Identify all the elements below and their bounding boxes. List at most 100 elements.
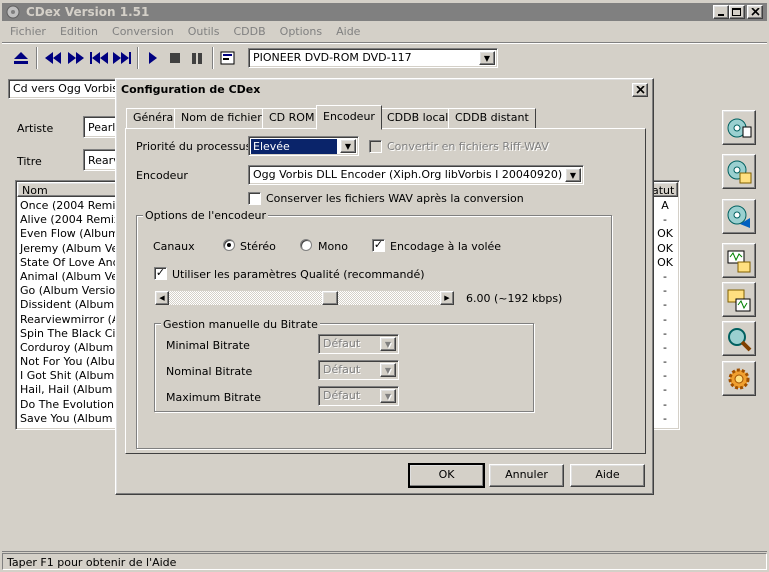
slider-right-arrow-icon[interactable]: ▶ bbox=[440, 291, 454, 305]
keep-wav-checkbox[interactable] bbox=[248, 192, 261, 205]
close-window-button[interactable] bbox=[747, 5, 763, 19]
extract-cd-icon[interactable] bbox=[722, 110, 756, 145]
rewind-icon[interactable] bbox=[42, 48, 64, 68]
artist-label: Artiste bbox=[17, 122, 54, 135]
track-row-name[interactable]: I Got Shit (Album Ve bbox=[18, 369, 118, 383]
track-row-name[interactable]: Spin The Black Circ bbox=[18, 327, 118, 341]
status-text: Taper F1 pour obtenir de l'Aide bbox=[7, 556, 177, 569]
ok-button[interactable]: OK bbox=[408, 463, 485, 488]
min-bitrate-select[interactable]: Défaut ▼ bbox=[318, 334, 399, 354]
chevron-down-icon[interactable]: ▼ bbox=[340, 139, 356, 153]
chevron-down-icon[interactable]: ▼ bbox=[380, 337, 396, 351]
chevron-down-icon[interactable]: ▼ bbox=[380, 363, 396, 377]
track-row-name[interactable]: Even Flow (Album V bbox=[18, 227, 118, 241]
tab-encoder[interactable]: Encodeur bbox=[316, 105, 382, 130]
drive-select-value: PIONEER DVD-ROM DVD-117 bbox=[253, 51, 412, 64]
menu-cddb[interactable]: CDDB bbox=[233, 25, 265, 41]
toolbar-separator bbox=[137, 47, 139, 69]
priority-select-value: Elevée bbox=[251, 139, 337, 154]
drive-select[interactable]: PIONEER DVD-ROM DVD-117 ▼ bbox=[248, 48, 498, 68]
priority-select[interactable]: Elevée ▼ bbox=[248, 136, 359, 156]
track-row-name[interactable]: Once (2004 Remix) bbox=[18, 199, 118, 213]
track-row-status: - bbox=[663, 397, 667, 411]
track-row-status: - bbox=[663, 369, 667, 383]
quality-checkbox[interactable]: ✓ bbox=[154, 267, 167, 280]
menu-fichier[interactable]: Fichier bbox=[10, 25, 46, 41]
convert-wav-icon[interactable] bbox=[722, 243, 756, 278]
stop-icon[interactable] bbox=[164, 48, 186, 68]
quality-slider[interactable]: ◀ ▶ bbox=[155, 291, 454, 305]
track-row-name[interactable]: Alive (2004 Remix) bbox=[18, 213, 118, 227]
max-bitrate-select[interactable]: Défaut ▼ bbox=[318, 386, 399, 406]
side-toolbar bbox=[722, 110, 762, 400]
track-row-status: - bbox=[663, 213, 667, 227]
chevron-down-icon[interactable]: ▼ bbox=[479, 51, 495, 65]
tab-cdrom[interactable]: CD ROM bbox=[262, 108, 322, 129]
cddb-query-icon[interactable] bbox=[722, 321, 756, 356]
tab-filenames[interactable]: Nom de fichiers bbox=[174, 108, 275, 129]
track-row-name[interactable]: Go (Album Version) bbox=[18, 284, 118, 298]
menu-edition[interactable]: Edition bbox=[60, 25, 98, 41]
track-row-name[interactable]: Rearviewmirror (Albu bbox=[18, 313, 118, 327]
track-row-name[interactable]: Hail, Hail (Album Ve bbox=[18, 383, 118, 397]
maximize-button[interactable] bbox=[729, 5, 745, 19]
column-header-name-label: Nom bbox=[22, 184, 48, 197]
record-icon[interactable] bbox=[217, 48, 239, 68]
nominal-bitrate-select[interactable]: Défaut ▼ bbox=[318, 360, 399, 380]
tab-cddb-local-label: CDDB local bbox=[387, 111, 449, 124]
profile-select-value: Cd vers Ogg Vorbis bbox=[13, 82, 118, 95]
play-icon[interactable] bbox=[142, 48, 164, 68]
menu-aide[interactable]: Aide bbox=[336, 25, 360, 41]
menu-conversion[interactable]: Conversion bbox=[112, 25, 174, 41]
previous-track-icon[interactable] bbox=[88, 48, 110, 68]
bitrate-group-title: Gestion manuelle du Bitrate bbox=[161, 318, 320, 331]
track-row-status: - bbox=[663, 383, 667, 397]
priority-label: Priorité du processus bbox=[136, 140, 252, 153]
pause-icon[interactable] bbox=[186, 48, 208, 68]
track-row-name[interactable]: Save You (Album Ver bbox=[18, 412, 118, 426]
profile-select[interactable]: Cd vers Ogg Vorbis bbox=[8, 79, 126, 99]
track-row-name[interactable]: Jeremy (Album Versi bbox=[18, 242, 118, 256]
eject-icon[interactable] bbox=[10, 48, 32, 68]
tab-cddb-remote[interactable]: CDDB distant bbox=[448, 108, 536, 129]
extract-cd-wav-icon[interactable] bbox=[722, 154, 756, 189]
settings-gear-icon[interactable] bbox=[722, 361, 756, 396]
track-row-name[interactable]: Animal (Album Version bbox=[18, 270, 118, 284]
slider-thumb[interactable] bbox=[322, 291, 338, 305]
minimize-button[interactable] bbox=[713, 5, 729, 19]
menu-outils[interactable]: Outils bbox=[188, 25, 220, 41]
track-row-name[interactable]: Not For You (Album bbox=[18, 355, 118, 369]
channels-label: Canaux bbox=[153, 240, 195, 253]
riff-wav-checkbox[interactable] bbox=[369, 140, 382, 153]
track-row-status: - bbox=[663, 269, 667, 283]
chevron-down-icon[interactable]: ▼ bbox=[565, 168, 581, 182]
menu-options[interactable]: Options bbox=[280, 25, 322, 41]
dialog-close-button[interactable] bbox=[632, 83, 648, 97]
track-row-name[interactable]: Corduroy (Album Ver bbox=[18, 341, 118, 355]
track-row-status: OK bbox=[657, 241, 673, 255]
help-button[interactable]: Aide bbox=[570, 464, 645, 487]
toolbar: PIONEER DVD-ROM DVD-117 ▼ bbox=[4, 46, 504, 70]
stereo-radio[interactable] bbox=[223, 239, 235, 251]
fast-forward-icon[interactable] bbox=[65, 48, 87, 68]
slider-left-arrow-icon[interactable]: ◀ bbox=[155, 291, 169, 305]
chevron-down-icon[interactable]: ▼ bbox=[380, 389, 396, 403]
track-row-name[interactable]: Dissident (Album Ver bbox=[18, 298, 118, 312]
cancel-button[interactable]: Annuler bbox=[489, 464, 564, 487]
on-the-fly-checkbox[interactable]: ✓ bbox=[372, 239, 385, 252]
quality-label: Utiliser les paramètres Qualité (recomma… bbox=[172, 268, 425, 281]
track-row-name[interactable]: State Of Love And T bbox=[18, 256, 118, 270]
track-row-status: - bbox=[663, 355, 667, 369]
convert-compressed-icon[interactable] bbox=[722, 282, 756, 317]
column-header-status-label: atut bbox=[652, 184, 675, 197]
next-track-icon[interactable] bbox=[111, 48, 133, 68]
column-header-name[interactable]: Nom bbox=[17, 182, 117, 197]
tab-cddb-local[interactable]: CDDB local bbox=[380, 108, 456, 129]
encoder-select[interactable]: Ogg Vorbis DLL Encoder (Xiph.Org libVorb… bbox=[248, 165, 584, 185]
title-label: Titre bbox=[17, 155, 42, 168]
extract-cd-partial-icon[interactable] bbox=[722, 199, 756, 234]
track-names: Once (2004 Remix) Alive (2004 Remix) Even … bbox=[18, 199, 118, 426]
mono-radio[interactable] bbox=[300, 239, 312, 251]
config-dialog: Configuration de CDex Général Nom de fic… bbox=[115, 78, 654, 495]
track-row-name[interactable]: Do The Evolution (A bbox=[18, 398, 118, 412]
